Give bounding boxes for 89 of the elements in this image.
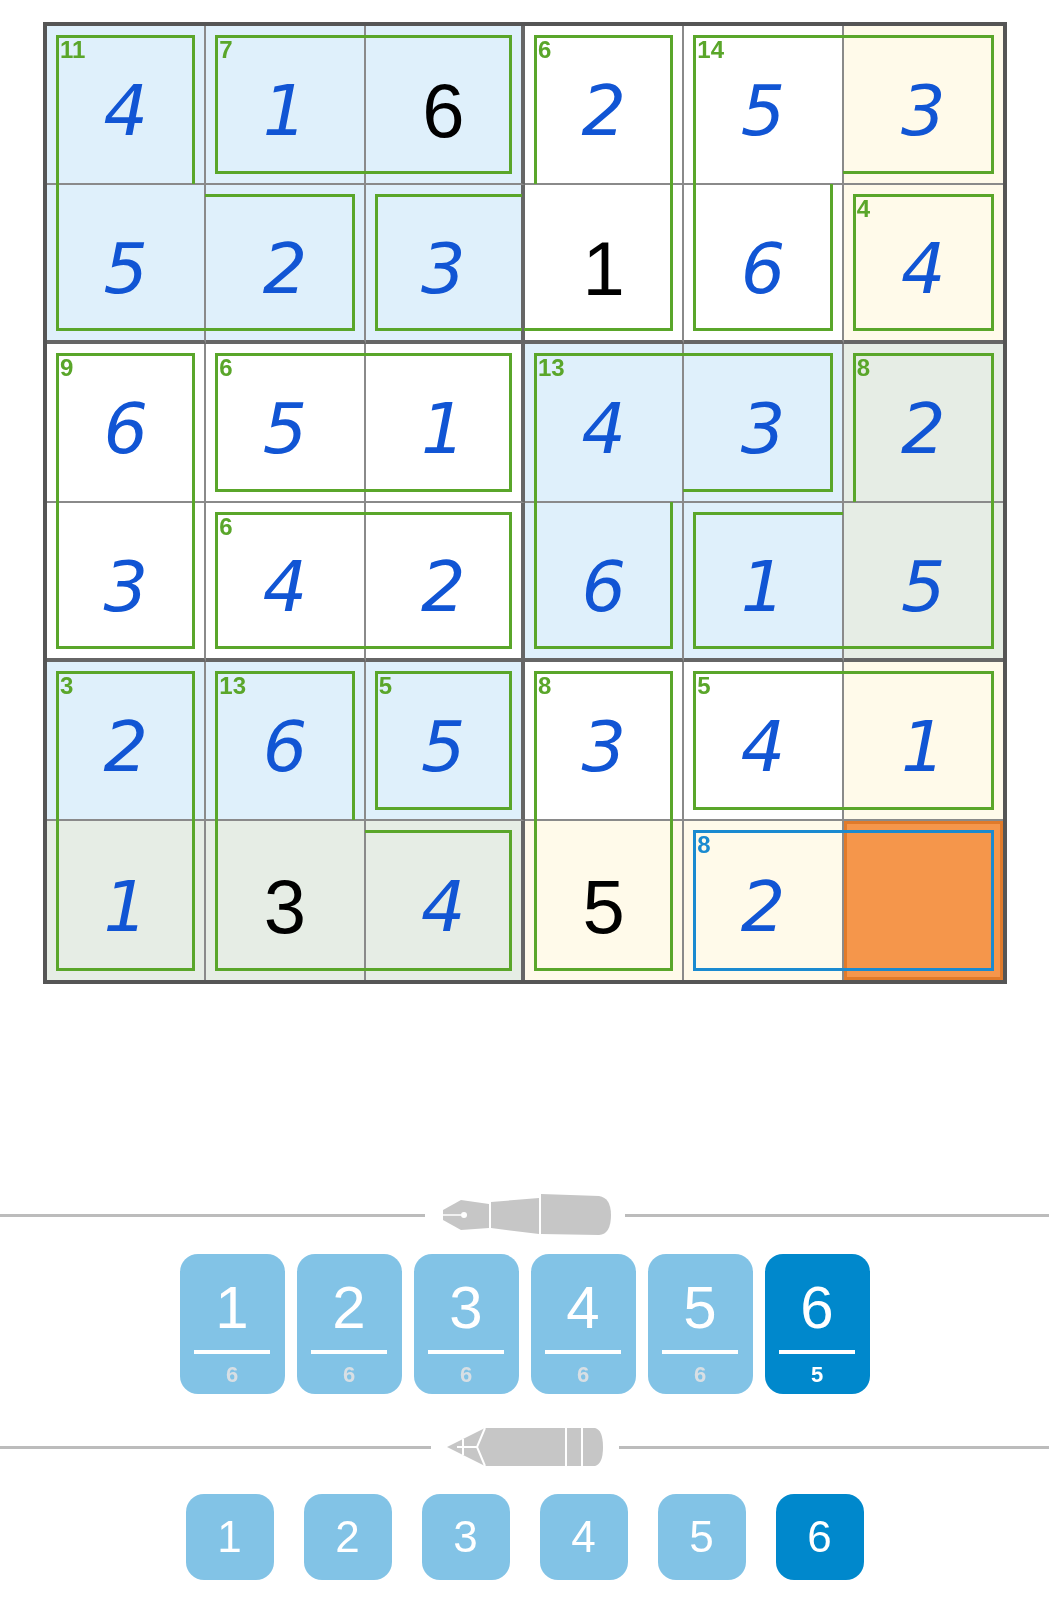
sudoku-cell[interactable]: 6 xyxy=(684,185,844,344)
cell-digit: 3 xyxy=(901,75,946,146)
cell-digit: 4 xyxy=(262,551,308,622)
cage-sum: 13 xyxy=(219,674,247,698)
cage-sum: 7 xyxy=(219,38,233,62)
cell-digit: 5 xyxy=(901,551,946,622)
cell-digit: 2 xyxy=(581,75,626,146)
cell-digit: 1 xyxy=(582,230,625,307)
cell-digit: 6 xyxy=(422,72,465,149)
sudoku-cell[interactable]: 6 2 xyxy=(525,26,685,185)
cell-digit: 2 xyxy=(740,871,786,942)
cell-digit: 1 xyxy=(262,75,308,146)
sudoku-cell[interactable]: 8 2 xyxy=(684,821,844,980)
sudoku-cell[interactable]: 3 xyxy=(206,821,366,980)
cell-digit: 4 xyxy=(103,75,148,146)
sudoku-cell[interactable]: 4 xyxy=(365,821,525,980)
sudoku-cell[interactable]: 3 xyxy=(684,344,844,503)
cell-digit: 1 xyxy=(421,393,466,464)
sudoku-cell[interactable]: 9 6 xyxy=(47,344,207,503)
cell-digit: 4 xyxy=(421,871,466,942)
pencil-digit-button[interactable]: 6 xyxy=(775,1494,864,1580)
sudoku-cell[interactable]: 14 5 xyxy=(684,26,844,185)
sudoku-cell[interactable]: 5 xyxy=(843,503,1003,662)
cage-sum: 4 xyxy=(856,197,870,221)
cage-sum: 6 xyxy=(538,38,552,62)
cage-sum: 14 xyxy=(697,38,725,62)
sudoku-cell[interactable]: 3 xyxy=(365,185,525,344)
cell-digit: 4 xyxy=(740,711,786,782)
sudoku-cell[interactable]: 2 xyxy=(365,503,525,662)
cell-digit: 4 xyxy=(581,393,626,464)
cage-sum: 6 xyxy=(219,515,233,539)
sudoku-cell[interactable]: 11 4 xyxy=(47,26,207,185)
cell-digit: 5 xyxy=(103,233,148,304)
sudoku-cell[interactable]: 6 xyxy=(365,26,525,185)
sudoku-cell[interactable]: 5 5 xyxy=(365,662,525,821)
sudoku-cell[interactable]: 1 xyxy=(843,662,1003,821)
cell-digit: 5 xyxy=(582,868,625,945)
cell-digit: 2 xyxy=(901,393,946,464)
sudoku-cell[interactable]: 1 xyxy=(365,344,525,503)
cell-digit: 4 xyxy=(901,233,946,304)
sudoku-cell[interactable]: 3 xyxy=(843,26,1003,185)
cage-sum: 3 xyxy=(60,674,74,698)
pen-digit-button[interactable]: 6 5 xyxy=(764,1254,870,1394)
cell-digit: 6 xyxy=(740,233,786,304)
cell-digit: 3 xyxy=(421,233,466,304)
cage-sum: 5 xyxy=(378,674,392,698)
sudoku-cell[interactable]: 13 4 xyxy=(525,344,685,503)
cell-digit: 5 xyxy=(262,393,308,464)
cell-digit: 1 xyxy=(740,551,786,622)
sudoku-cell[interactable]: 6 5 xyxy=(206,344,366,503)
sudoku-cell[interactable] xyxy=(843,821,1003,980)
sudoku-cell[interactable]: 1 xyxy=(47,821,207,980)
cage-sum: 6 xyxy=(219,356,233,380)
sudoku-cell[interactable]: 13 6 xyxy=(206,662,366,821)
cell-digit: 1 xyxy=(901,711,946,782)
cell-digit: 2 xyxy=(421,551,466,622)
cage-sum: 11 xyxy=(60,38,86,62)
sudoku-cell[interactable]: 5 xyxy=(525,821,685,980)
sudoku-cell[interactable]: 8 3 xyxy=(525,662,685,821)
cell-digit: 3 xyxy=(581,711,626,782)
sudoku-cell[interactable]: 3 xyxy=(47,503,207,662)
sudoku-cell[interactable]: 4 4 xyxy=(843,185,1003,344)
sudoku-cell[interactable]: 8 2 xyxy=(843,344,1003,503)
cell-digit: 6 xyxy=(103,393,148,464)
sudoku-cell[interactable]: 7 1 xyxy=(206,26,366,185)
cage-sum: 8 xyxy=(856,356,870,380)
cage-sum: 9 xyxy=(60,356,74,380)
cage-sum: 5 xyxy=(697,674,711,698)
sudoku-cell[interactable]: 3 2 xyxy=(47,662,207,821)
cell-digit: 5 xyxy=(740,75,786,146)
cell-digit: 1 xyxy=(103,871,148,942)
cage-sum: 13 xyxy=(538,356,565,380)
cell-digit: 6 xyxy=(581,551,626,622)
cell-digit: 2 xyxy=(262,233,308,304)
cage-sum: 8 xyxy=(697,833,711,857)
sudoku-cell[interactable]: 5 4 xyxy=(684,662,844,821)
sudoku-cell[interactable]: 6 4 xyxy=(206,503,366,662)
cage-sum: 8 xyxy=(538,674,552,698)
sudoku-cell[interactable]: 6 xyxy=(525,503,685,662)
cell-digit: 3 xyxy=(263,868,307,945)
cell-digit: 3 xyxy=(740,393,786,464)
sudoku-cell[interactable]: 5 xyxy=(47,185,207,344)
sudoku-cell[interactable]: 2 xyxy=(206,185,366,344)
cell-digit: 5 xyxy=(421,711,466,782)
sudoku-cell[interactable]: 1 xyxy=(525,185,685,344)
cell-digit: 2 xyxy=(103,711,148,782)
cell-digit: 3 xyxy=(103,551,148,622)
sudoku-cell[interactable]: 1 xyxy=(684,503,844,662)
cell-digit: 6 xyxy=(262,711,308,782)
